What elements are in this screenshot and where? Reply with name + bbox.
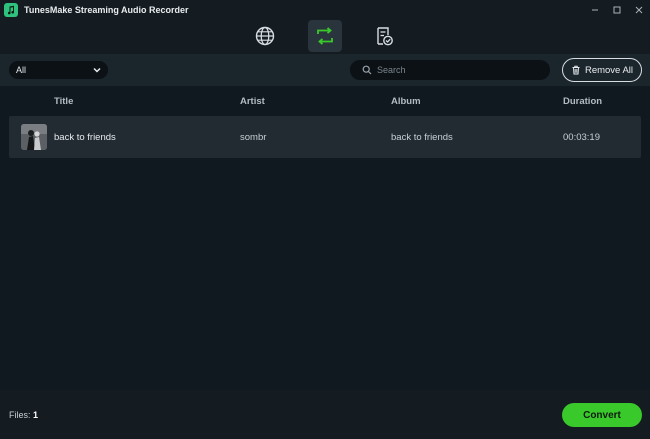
nav-web-player-button[interactable] bbox=[248, 20, 282, 52]
track-duration: 00:03:19 bbox=[563, 132, 600, 143]
trash-icon bbox=[572, 65, 580, 75]
remove-all-label: Remove All bbox=[584, 64, 634, 76]
convert-label: Convert bbox=[583, 409, 621, 421]
filter-value: All bbox=[16, 65, 27, 75]
files-label: Files: bbox=[9, 410, 31, 420]
column-header-album[interactable]: Album bbox=[391, 96, 421, 107]
table-header: Title Artist Album Duration bbox=[0, 86, 650, 114]
maximize-button[interactable] bbox=[606, 0, 628, 20]
footer-bar: Files: 1 Convert bbox=[0, 390, 650, 439]
convert-icon bbox=[317, 27, 333, 45]
nav-convert-button[interactable] bbox=[308, 20, 342, 52]
close-button[interactable] bbox=[628, 0, 650, 20]
track-title: back to friends bbox=[54, 132, 116, 143]
column-header-artist[interactable]: Artist bbox=[240, 96, 265, 107]
remove-all-button[interactable]: Remove All bbox=[562, 58, 642, 82]
title-bar: TunesMake Streaming Audio Recorder bbox=[0, 0, 650, 20]
convert-button[interactable]: Convert bbox=[562, 403, 642, 427]
toolbar: All Remove All bbox=[0, 54, 650, 86]
search-box bbox=[350, 60, 550, 80]
filter-dropdown[interactable]: All bbox=[9, 61, 108, 79]
nav-converted-button[interactable] bbox=[367, 20, 401, 52]
track-album: back to friends bbox=[391, 132, 453, 143]
search-icon bbox=[362, 65, 372, 75]
app-title: TunesMake Streaming Audio Recorder bbox=[24, 5, 189, 15]
table-row[interactable]: back to friends sombr back to friends 00… bbox=[9, 116, 641, 158]
column-header-duration[interactable]: Duration bbox=[563, 96, 602, 107]
column-header-title[interactable]: Title bbox=[54, 96, 73, 107]
main-nav bbox=[0, 20, 650, 54]
globe-icon bbox=[255, 26, 275, 46]
files-count: 1 bbox=[33, 410, 39, 420]
files-count-label: Files: 1 bbox=[9, 410, 38, 420]
app-logo-icon bbox=[4, 3, 18, 17]
search-input[interactable] bbox=[377, 65, 537, 75]
track-artist: sombr bbox=[240, 132, 267, 143]
converted-list-icon bbox=[377, 27, 393, 46]
minimize-button[interactable] bbox=[584, 0, 606, 20]
album-art bbox=[21, 124, 47, 150]
chevron-down-icon bbox=[93, 67, 101, 73]
